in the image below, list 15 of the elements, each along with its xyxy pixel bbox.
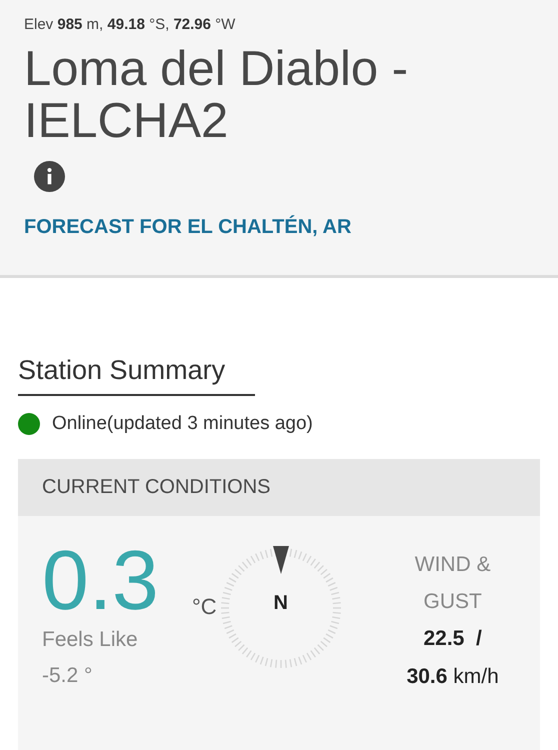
feels-like-value: -5.2 ° — [42, 664, 94, 688]
station-title: Loma del Diablo - IELCHA2 — [24, 43, 410, 147]
temperature-unit: °C — [192, 594, 217, 621]
wind-label: WIND & GUST — [414, 552, 492, 615]
feels-like-label: Feels Like — [42, 628, 139, 652]
coordinates-text: Elev 985 m, 49.18 °S, 72.96 °W — [24, 16, 236, 33]
compass-direction: N — [272, 592, 289, 615]
status-text: Online(updated 3 minutes ago) — [52, 413, 313, 435]
info-icon[interactable] — [34, 161, 65, 192]
gust-speed: 30.6 km/h — [406, 664, 499, 690]
wind-speed: 22.5 / — [423, 626, 482, 652]
temperature-value: 0.3 — [42, 538, 160, 622]
forecast-link[interactable]: FORECAST FOR EL CHALTÉN, AR — [24, 216, 352, 239]
section-title: Station Summary — [18, 355, 255, 396]
card-title: CURRENT CONDITIONS — [18, 459, 540, 516]
